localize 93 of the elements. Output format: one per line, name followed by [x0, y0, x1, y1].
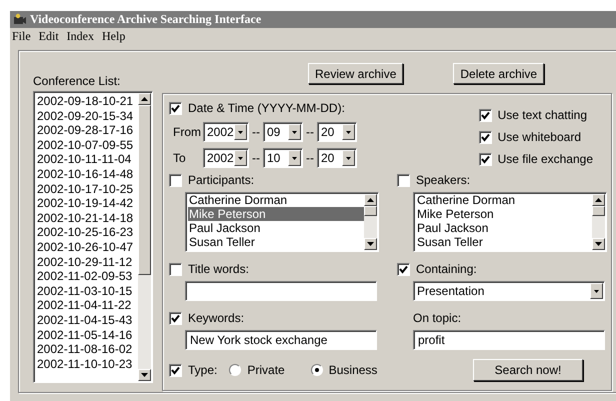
radio-label: Business [328, 363, 378, 377]
checkbox[interactable] [478, 152, 492, 166]
list-item[interactable]: 2002-11-03-10-15 [36, 284, 138, 298]
checkbox-label: Speakers: [416, 173, 470, 187]
list-item[interactable]: Paul Jackson [416, 221, 592, 235]
name-list[interactable]: Catherine Dorman Mike Peterson Paul Jackson Susan Teller [185, 192, 379, 252]
menu-item[interactable]: Edit [38, 28, 59, 44]
list-item[interactable]: 2002-10-19-14-42 [36, 196, 138, 211]
title-words-field[interactable] [185, 281, 377, 301]
list-item[interactable]: 2002-10-25-16-23 [36, 225, 138, 240]
camera-icon [13, 12, 27, 26]
list-item[interactable]: 2002-10-17-10-25 [36, 182, 138, 196]
month-dropdown[interactable]: 10 [263, 148, 303, 168]
checkbox-label: Title words: [188, 262, 249, 276]
scroll-thumb[interactable] [592, 206, 605, 216]
range-label: To [172, 151, 187, 165]
list-item[interactable]: 2002-09-28-17-16 [36, 123, 138, 138]
checkbox[interactable] [169, 262, 182, 276]
scroll-thumb[interactable] [138, 105, 151, 275]
day-dropdown[interactable]: 20 [317, 122, 357, 142]
separator: -- [306, 151, 314, 165]
list-item[interactable]: 2002-10-11-11-04 [36, 152, 138, 167]
day-dropdown[interactable]: 20 [317, 148, 357, 168]
list-label: Conference List: [33, 74, 122, 88]
checkbox[interactable] [397, 174, 410, 186]
checkbox[interactable] [169, 312, 182, 324]
checkbox[interactable] [169, 102, 182, 114]
checkbox-label: Use text chatting [498, 108, 587, 122]
checkbox-label: Use whiteboard [498, 130, 581, 144]
month-dropdown[interactable]: 09 [263, 122, 303, 142]
radio-button[interactable] [229, 364, 242, 376]
checkbox-label: Use file exchange [498, 152, 593, 166]
menu-item[interactable]: Index [66, 28, 94, 44]
list-item[interactable]: 2002-11-04-11-22 [36, 298, 138, 313]
name-list[interactable]: Catherine Dorman Mike Peterson Paul Jackson Susan Teller [413, 192, 607, 252]
radio-label: Private [247, 363, 285, 377]
topic-field[interactable]: profit [413, 330, 605, 350]
list-item[interactable]: Mike Peterson [416, 207, 592, 221]
list-item[interactable]: Susan Teller [416, 235, 592, 249]
checkbox-label: Date & Time (YYYY-MM-DD): [188, 101, 345, 115]
range-label: From [172, 125, 200, 139]
scroll-thumb[interactable] [364, 206, 377, 216]
search-button[interactable]: Search now! [473, 359, 583, 381]
keywords-field[interactable]: New York stock exchange [185, 330, 377, 350]
scroll-up-icon[interactable] [364, 194, 377, 206]
scroll-down-icon[interactable] [138, 369, 151, 381]
list-item[interactable]: Catherine Dorman [416, 193, 592, 207]
list-item[interactable]: 2002-10-21-14-18 [36, 210, 138, 226]
list-item[interactable]: Susan Teller [188, 235, 364, 249]
list-item[interactable]: 2002-10-26-10-47 [36, 240, 138, 255]
scroll-down-icon[interactable] [592, 238, 605, 250]
menu-item[interactable]: File [12, 28, 31, 44]
archive-button[interactable]: Review archive [308, 63, 404, 84]
archive-button[interactable]: Delete archive [453, 63, 544, 84]
checkbox-label: Type: [188, 363, 218, 377]
list-item[interactable]: 2002-11-02-09-53 [36, 269, 138, 284]
list-item[interactable]: Mike Peterson [188, 207, 364, 221]
list-item[interactable]: 2002-10-16-14-48 [36, 166, 138, 182]
checkbox-label: Participants: [188, 173, 254, 187]
checkbox[interactable] [169, 364, 182, 376]
year-dropdown[interactable]: 2002 [203, 148, 249, 168]
year-dropdown[interactable]: 2002 [203, 122, 249, 142]
scrollbar[interactable] [364, 194, 377, 250]
separator: -- [306, 125, 314, 139]
separator: -- [252, 151, 260, 165]
menu-item[interactable]: Help [102, 28, 126, 44]
window-title: Videoconference Archive Searching Interface [30, 12, 262, 27]
radio-button[interactable] [310, 364, 323, 376]
scroll-down-icon[interactable] [364, 238, 377, 250]
conference-list[interactable] [33, 91, 153, 383]
list-item[interactable]: 2002-11-10-10-23 [36, 356, 138, 372]
list-item[interactable]: 2002-11-08-16-02 [36, 342, 138, 357]
scroll-up-icon[interactable] [592, 194, 605, 206]
checkbox[interactable] [397, 262, 410, 276]
checkbox[interactable] [478, 108, 492, 122]
list-item[interactable]: Catherine Dorman [188, 193, 364, 207]
checkbox-label: Keywords: [188, 311, 244, 325]
checkbox[interactable] [478, 130, 492, 144]
list-item[interactable]: 2002-11-05-14-16 [36, 328, 138, 342]
list-item[interactable]: 2002-09-18-10-21 [36, 94, 138, 109]
list-item[interactable]: Paul Jackson [188, 221, 364, 235]
scroll-up-icon[interactable] [138, 93, 151, 105]
checkbox-label: Containing: [416, 262, 477, 276]
checkbox[interactable] [169, 174, 182, 186]
list-item[interactable]: 2002-09-20-15-34 [36, 108, 138, 124]
separator: -- [252, 125, 260, 139]
list-item[interactable]: 2002-10-07-09-55 [36, 138, 138, 152]
scrollbar[interactable] [592, 194, 605, 250]
scrollbar[interactable] [138, 93, 151, 381]
field-label: On topic: [413, 310, 462, 326]
containing-dropdown[interactable]: Presentation [413, 281, 605, 301]
list-item[interactable]: 2002-10-29-11-12 [36, 254, 138, 270]
list-item[interactable]: 2002-11-04-15-43 [36, 312, 138, 328]
